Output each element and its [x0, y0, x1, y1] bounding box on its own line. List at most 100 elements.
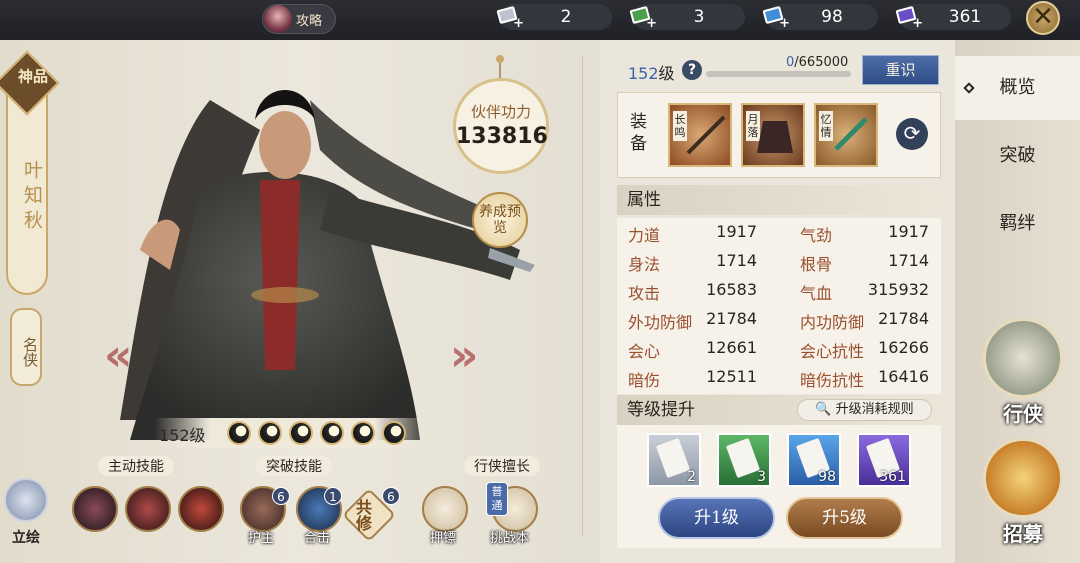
star-orb-icon: [258, 421, 282, 445]
prev-hero-arrow-icon[interactable]: «: [104, 330, 132, 381]
power-value: 133816: [456, 124, 548, 149]
upgrade-rule-button[interactable]: 🔍 升级消耗规则: [797, 399, 932, 421]
attr-value: 16416: [878, 367, 929, 386]
hero-level: 152级: [159, 426, 206, 445]
attr-name: 暗伤: [628, 371, 661, 390]
attr-value: 16266: [878, 338, 929, 357]
recruit-icon[interactable]: [983, 438, 1063, 518]
resource-value: 3: [693, 7, 705, 27]
guide-button[interactable]: 攻略: [262, 4, 336, 34]
sword-icon: [686, 115, 726, 155]
resource-value: 361: [948, 7, 982, 27]
resource-value: 98: [821, 7, 843, 27]
tab-label: 突破: [999, 145, 1036, 166]
divider: [582, 56, 583, 536]
rank-badge: 名侠: [10, 308, 42, 386]
attr-row: 身法 1714 根骨 1714: [617, 251, 941, 279]
resource-value: 2: [560, 7, 572, 27]
xingxia-icon[interactable]: [983, 318, 1063, 398]
equip-slot-accessory[interactable]: 忆情: [814, 103, 878, 167]
book-count: 3: [757, 469, 766, 485]
book-count: 98: [818, 469, 836, 485]
escort-icon[interactable]: [422, 486, 468, 532]
star-orb-icon: [227, 421, 251, 445]
level-up-5-button[interactable]: 升5级: [786, 497, 903, 539]
reset-button[interactable]: 重识: [862, 55, 939, 85]
attr-name: 根骨: [800, 255, 833, 274]
tab-label: 概览: [999, 77, 1036, 98]
attr-name: 力道: [628, 226, 661, 245]
active-skill-2-icon[interactable]: [125, 486, 171, 532]
attr-value: 21784: [878, 309, 929, 328]
attr-value: 21784: [706, 309, 757, 328]
exp-book-green[interactable]: 3: [717, 433, 771, 487]
tab-bonds[interactable]: 羁绊: [955, 192, 1080, 256]
skill-level-badge: 1: [324, 487, 342, 505]
attr-value: 1714: [888, 251, 929, 270]
active-skill-3-icon[interactable]: [178, 486, 224, 532]
attr-row: 外功防御 21784 内功防御 21784: [617, 309, 941, 337]
resource-blue-scroll[interactable]: + 98: [762, 4, 878, 31]
attr-name: 气劲: [800, 226, 833, 245]
exp-progress-bar: [706, 71, 851, 77]
equipment-panel: 装备 长鸣 月落 忆情: [617, 92, 941, 178]
attr-name: 暗伤抗性: [800, 371, 865, 390]
tab-breakthrough[interactable]: 突破: [955, 124, 1080, 188]
growth-preview-button[interactable]: 养成预览: [472, 192, 528, 248]
portrait-view-icon[interactable]: [4, 478, 48, 522]
recruit-label: 招募: [1003, 522, 1043, 546]
hero-name: 叶知秋: [21, 160, 43, 235]
partner-power: 伙伴功力 133816: [453, 78, 549, 174]
active-skills-title: 主动技能: [98, 456, 174, 476]
book-count: 2: [687, 469, 696, 485]
help-icon[interactable]: ?: [682, 60, 702, 80]
star-orb-icon: [289, 421, 313, 445]
level-up-1-button[interactable]: 升1级: [658, 497, 775, 539]
armor-icon: [757, 121, 793, 153]
guide-label: 攻略: [296, 13, 323, 29]
attributes-header: 属性: [617, 185, 941, 215]
partner-level: 152级: [628, 60, 675, 84]
level-suffix: 级: [658, 64, 675, 83]
refresh-icon[interactable]: ⟳: [896, 118, 928, 150]
close-button[interactable]: ✕: [1026, 1, 1060, 35]
skill-level-badge: 6: [272, 487, 290, 505]
resource-green-scroll[interactable]: + 3: [629, 4, 745, 31]
attr-value: 315932: [867, 280, 929, 299]
attr-name: 攻击: [628, 284, 661, 303]
co-cultivate-label: 共修: [356, 498, 373, 533]
resource-gray-scroll[interactable]: + 2: [496, 4, 612, 31]
book-count: 361: [879, 469, 906, 485]
attr-name: 气血: [800, 284, 833, 303]
attr-name: 身法: [628, 255, 661, 274]
tab-overview[interactable]: 概览: [955, 56, 1080, 120]
level-number: 152: [628, 64, 659, 83]
attr-name: 会心: [628, 342, 661, 361]
blue-scroll-icon: +: [762, 5, 790, 31]
skill-level-badge: 6: [382, 487, 400, 505]
expertise-label: 押镖: [430, 531, 457, 546]
equip-slot-armor[interactable]: 月落: [741, 103, 805, 167]
exp-readout: 0/665000: [786, 55, 848, 70]
exp-book-gray[interactable]: 2: [647, 433, 701, 487]
tab-label: 羁绊: [999, 213, 1036, 234]
active-skill-1-icon[interactable]: [72, 486, 118, 532]
attributes-table: 力道 1917 气劲 1917 身法 1714 根骨 1714 攻击 16583 气血 31…: [617, 218, 941, 394]
attr-row: 力道 1917 气劲 1917: [617, 222, 941, 250]
attr-value: 1917: [888, 222, 929, 241]
upgrade-rule-label: 升级消耗规则: [835, 402, 914, 417]
exp-total: /665000: [794, 55, 849, 70]
break-skills-title: 突破技能: [256, 456, 332, 476]
next-hero-arrow-icon[interactable]: »: [450, 330, 478, 381]
guide-avatar: [264, 5, 292, 33]
attr-name: 内功防御: [800, 313, 865, 332]
star-orb-icon: [351, 421, 375, 445]
attr-value: 16583: [706, 280, 757, 299]
equip-slot-weapon[interactable]: 长鸣: [668, 103, 732, 167]
exp-book-blue[interactable]: 98: [787, 433, 841, 487]
hero-level-bar: 152级: [155, 418, 430, 448]
attr-row: 暗伤 12511 暗伤抗性 16416: [617, 367, 941, 395]
exp-book-purple[interactable]: 361: [857, 433, 911, 487]
attr-value: 12661: [706, 338, 757, 357]
resource-purple-scroll[interactable]: + 361: [895, 4, 1011, 31]
